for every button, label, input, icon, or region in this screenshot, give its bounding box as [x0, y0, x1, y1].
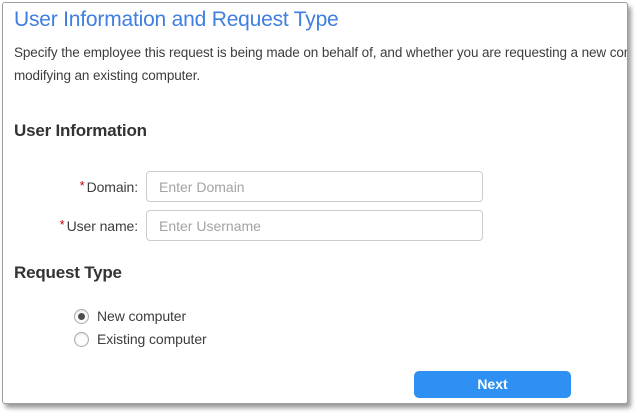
request-type-radio-group: New computer Existing computer — [74, 306, 207, 352]
required-asterisk: * — [60, 217, 65, 232]
form-row-domain: *Domain: — [3, 171, 483, 202]
screenshot-canvas: User Information and Request Type Specif… — [0, 0, 639, 415]
radio-option-label[interactable]: Existing computer — [97, 331, 207, 347]
section-heading-request-type: Request Type — [14, 263, 122, 283]
radio-button-icon[interactable] — [74, 332, 89, 347]
wizard-panel: User Information and Request Type Specif… — [2, 2, 628, 404]
radio-option-label[interactable]: New computer — [97, 308, 186, 324]
page-description: Specify the employee this request is bei… — [14, 41, 627, 87]
username-input[interactable] — [146, 210, 483, 241]
domain-label: *Domain: — [3, 179, 138, 195]
required-asterisk: * — [80, 178, 85, 193]
page-title: User Information and Request Type — [14, 8, 339, 32]
radio-option-existing-computer[interactable]: Existing computer — [74, 329, 207, 349]
radio-option-new-computer[interactable]: New computer — [74, 306, 207, 326]
domain-label-text: Domain: — [87, 179, 138, 195]
username-label-text: User name: — [67, 218, 138, 234]
form-row-username: *User name: — [3, 210, 483, 241]
page-description-line-2: modifying an existing computer. — [14, 64, 627, 87]
page-description-line-1: Specify the employee this request is bei… — [14, 41, 627, 64]
next-button[interactable]: Next — [414, 371, 571, 398]
radio-button-icon[interactable] — [74, 309, 89, 324]
domain-input[interactable] — [146, 171, 483, 202]
section-heading-user-information: User Information — [14, 121, 147, 141]
username-label: *User name: — [3, 218, 138, 234]
